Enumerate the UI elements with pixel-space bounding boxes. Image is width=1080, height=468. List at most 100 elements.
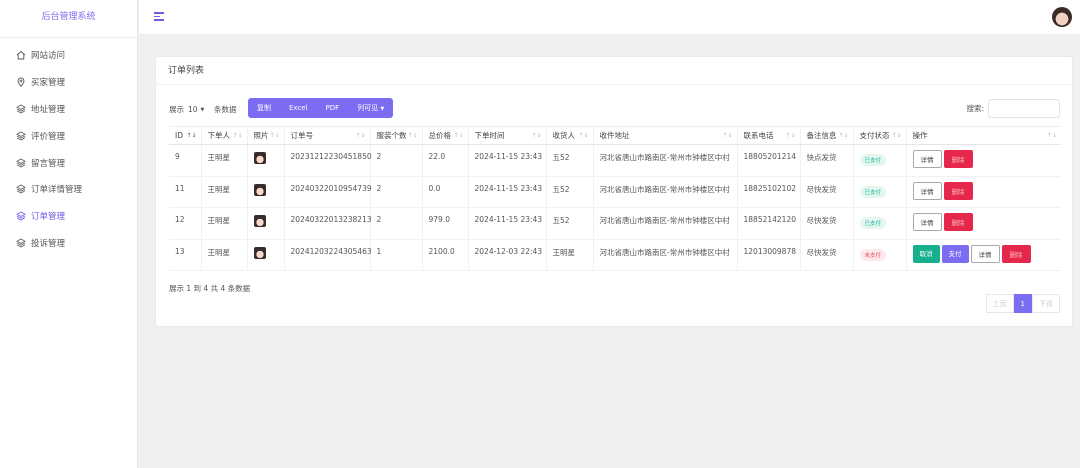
table-cell: 9 [169, 144, 201, 177]
sidebar-item-1[interactable]: 买家管理 [0, 69, 137, 96]
column-visibility-button[interactable]: 列可见 ▼ [348, 98, 393, 118]
sidebar-item-5[interactable]: 订单详情管理 [0, 176, 137, 203]
column-header-4[interactable]: 服装个数 ↑↓ [369, 126, 422, 145]
table-cell: 13 [169, 239, 201, 271]
table-cell: 0.0 [421, 176, 468, 208]
home-icon [16, 50, 26, 60]
card-title: 订单列表 [156, 57, 1072, 85]
search-box: 搜索: [966, 99, 1060, 118]
sidebar-item-3[interactable]: 评价管理 [0, 122, 137, 149]
column-header-label: 联系电话 [743, 131, 774, 140]
copy-button[interactable]: 复制 [248, 98, 280, 118]
table-cell: 2 [369, 207, 422, 240]
table-cell: 王明星 [200, 176, 247, 208]
column-header-1[interactable]: 下单人 ↑↓ [200, 126, 247, 145]
column-header-3[interactable]: 订单号 ↑↓ [283, 126, 370, 145]
delete-button[interactable]: 删除 [1001, 244, 1031, 263]
sidebar-item-2[interactable]: 地址管理 [0, 96, 137, 123]
table-cell: 979.0 [421, 207, 468, 240]
next-page-button[interactable]: 下页 [1032, 294, 1060, 313]
table-cell: 河北省唐山市路南区-常州市钟楼区中村 [592, 239, 737, 271]
sort-icon: ↑↓ [838, 132, 849, 139]
product-photo [253, 246, 266, 259]
sort-icon: ↑↓ [269, 132, 280, 139]
page-length-control: 展示 10 ▼ 条数据 [169, 104, 237, 115]
table-cell [246, 239, 284, 271]
column-header-8[interactable]: 收件地址 ↑↓ [592, 126, 737, 145]
prev-page-button[interactable]: 上页 [985, 294, 1014, 313]
column-header-12[interactable]: 操作 ↑↓ [905, 126, 1061, 145]
layers-icon [16, 104, 26, 114]
sidebar-menu: 网站访问 买家管理地址管理评价管理 留言管理 订单详情管理订单管理投诉管理 [0, 42, 137, 256]
table-cell: 2024-12-03 22:43 [467, 239, 546, 271]
table-cell: 详情 删除 [905, 144, 1061, 177]
row-actions: 详情 删除 [912, 181, 1062, 200]
column-header-11[interactable]: 支付状态 ↑↓ [852, 126, 906, 145]
column-header-label: 下单时间 [474, 131, 505, 140]
user-avatar[interactable] [1052, 7, 1072, 27]
table-cell: 尽快发货 [799, 176, 853, 208]
column-header-9[interactable]: 联系电话 ↑↓ [736, 126, 800, 145]
column-header-label: 备注信息 [806, 131, 837, 140]
sidebar-item-4[interactable]: 留言管理 [0, 149, 137, 176]
page-length-select[interactable]: 10 ▼ [188, 105, 210, 114]
delete-button[interactable]: 删除 [943, 150, 973, 168]
pdf-button[interactable]: PDF [317, 98, 349, 118]
detail-button[interactable]: 详情 [970, 244, 1000, 263]
menu-toggle-icon[interactable] [154, 12, 164, 21]
page-1-button[interactable]: 1 [1013, 294, 1032, 313]
table-cell: 王明星 [200, 239, 247, 271]
delete-button[interactable]: 删除 [943, 213, 973, 231]
page-length-value: 10 [188, 105, 198, 114]
table-info: 展示 1 到 4 共 4 条数据 [169, 284, 251, 293]
sort-icon: ↑↓ [785, 132, 796, 139]
sidebar-item-7[interactable]: 投诉管理 [0, 230, 137, 257]
delete-button[interactable]: 删除 [943, 181, 973, 200]
table-cell: 20231212230451850 [283, 144, 372, 177]
column-header-2[interactable]: 照片 ↑↓ [246, 126, 284, 145]
table-cell: 22.0 [421, 144, 468, 177]
column-header-0[interactable]: ID ↑↓ [169, 126, 201, 145]
cancel-button[interactable]: 取消 [912, 244, 940, 263]
table-cell: 详情 删除 [905, 207, 1062, 240]
table-cell: 王明星 [200, 207, 247, 240]
table-cell: 尽快发货 [799, 207, 853, 240]
sidebar-item-0[interactable]: 网站访问 [0, 42, 137, 69]
search-input[interactable] [988, 99, 1060, 118]
table-cell: 未支付 [852, 239, 906, 271]
detail-button[interactable]: 详情 [912, 181, 942, 200]
column-header-7[interactable]: 收货人 ↑↓ [545, 126, 593, 145]
sidebar-item-label: 地址管理 [31, 104, 66, 115]
product-photo [253, 215, 266, 227]
sidebar-item-label: 订单管理 [31, 212, 66, 223]
detail-button[interactable]: 详情 [912, 213, 942, 231]
table-cell: 2024-11-15 23:43 [467, 207, 546, 240]
row-actions: 详情 删除 [912, 213, 1062, 231]
product-photo [253, 183, 266, 196]
table-cell [246, 144, 284, 177]
column-header-10[interactable]: 备注信息 ↑↓ [799, 126, 853, 145]
column-visibility-label: 列可见 [357, 104, 379, 112]
table-cell: 已支付 [852, 176, 906, 208]
pay-button[interactable]: 支付 [941, 244, 969, 263]
table-row: 11 王明星 20240322010954739 2 0.0 2024-11-15 23:… [169, 176, 1061, 208]
order-list-card: 订单列表 展示 10 ▼ 条数据 复制 Excel PDF 列可见 ▼ 搜索: … [155, 56, 1073, 327]
detail-button[interactable]: 详情 [912, 150, 942, 168]
export-button-group: 复制 Excel PDF 列可见 ▼ [248, 98, 394, 118]
table-cell: 快点发货 [799, 144, 853, 177]
table-row: 9 王明星 20231212230451850 2 22.0 2024-11-15 23:… [169, 144, 1061, 177]
column-header-6[interactable]: 下单时间 ↑↓ [467, 126, 546, 145]
table-cell: 详情 删除 [905, 176, 1062, 208]
table-cell: 2100.0 [421, 239, 468, 271]
sidebar-item-6[interactable]: 订单管理 [0, 203, 137, 230]
sort-icon: ↑↓ [186, 132, 197, 139]
sort-icon: ↑↓ [722, 132, 733, 139]
column-header-5[interactable]: 总价格 ↑↓ [421, 126, 468, 145]
sort-icon: ↑↓ [407, 132, 418, 139]
sort-icon: ↑↓ [578, 132, 589, 139]
table-cell: 1 [369, 239, 422, 271]
column-header-label: 支付状态 [859, 131, 890, 140]
table-row: 13 王明星 20241203224305463 1 2100.0 2024-12-03 … [169, 239, 1061, 271]
excel-button[interactable]: Excel [280, 98, 317, 118]
layers-icon [16, 158, 26, 168]
